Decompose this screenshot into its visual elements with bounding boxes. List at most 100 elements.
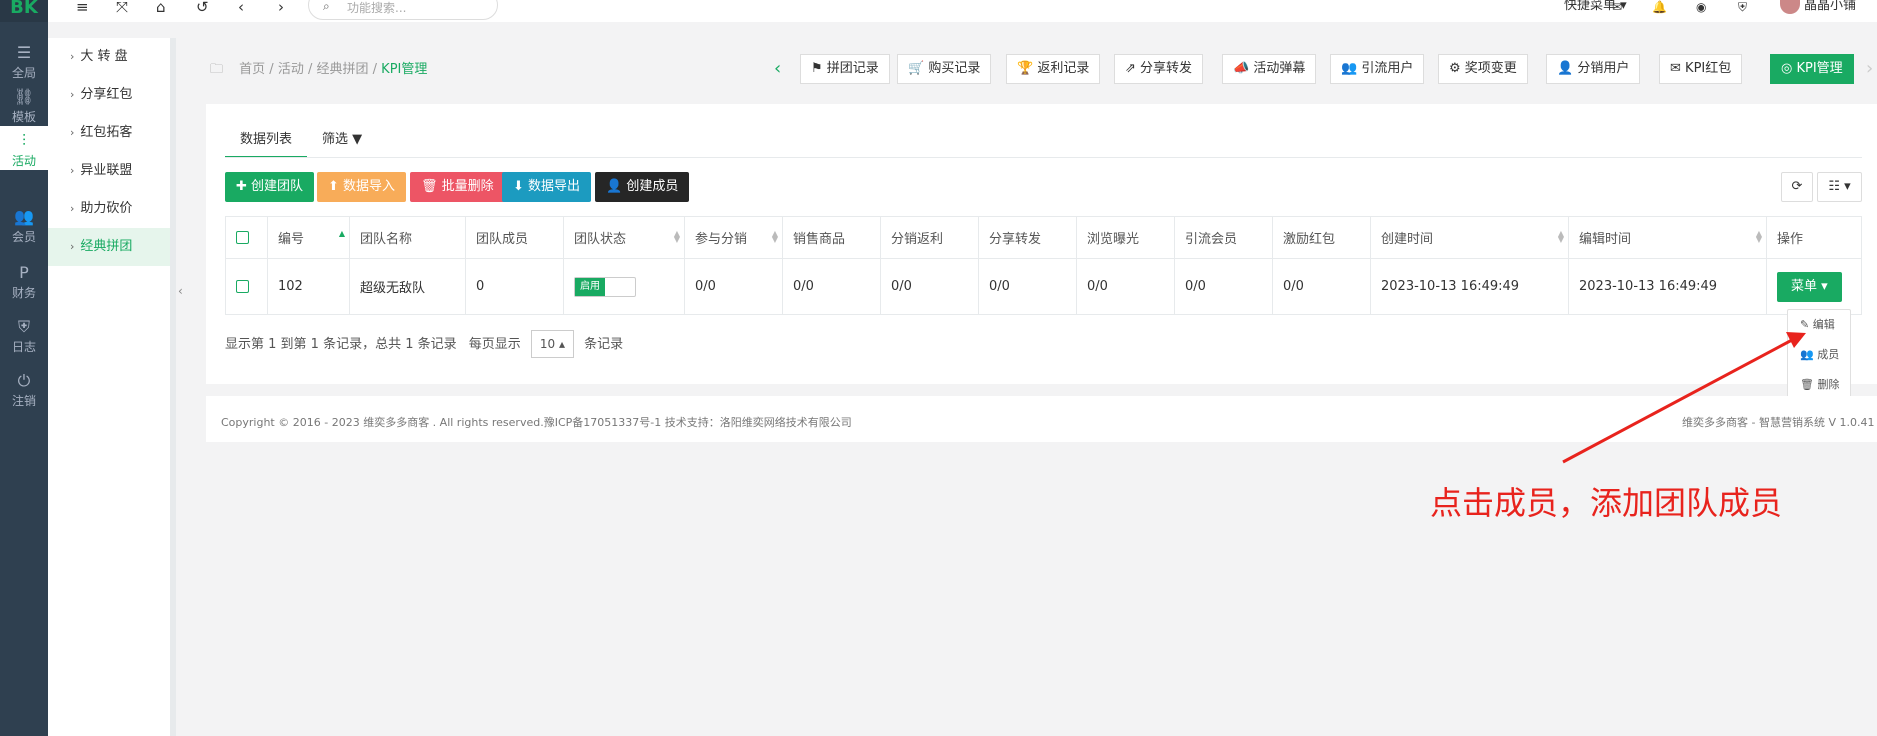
flag-icon: ⚑ [811,61,823,76]
nav-global[interactable]: ☰ 全局 [0,44,48,81]
tab-purchase-records[interactable]: 🛒 购买记录 [897,54,992,84]
nav-label: 模板 [11,110,36,124]
sub-item-share-redpack[interactable]: › 分享红包 [48,76,170,114]
nav-finance[interactable]: P 财务 [0,264,48,301]
col-label: 编辑时间 [1579,232,1632,247]
nav-member[interactable]: 👥 会员 [0,208,48,245]
col-name[interactable]: 团队名称 [349,216,466,259]
tab-label: 购买记录 [928,61,981,76]
pagination: 显示第 1 到第 1 条记录，总共 1 条记录 每页显示 10 ▴ 条记录 [225,330,623,358]
tab-dist-users[interactable]: 👤 分销用户 [1546,54,1641,84]
trash-icon: 🗑 [1800,378,1814,391]
tab-lead-users[interactable]: 👥 引流用户 [1330,54,1425,84]
col-status[interactable]: 团队状态 ▲ ▼ [563,216,685,259]
table-header-row: 编号 ▲ 团队名称 团队成员 团队状态 ▲ ▼ 参与分销 ▲ ▼ 销售商品 分销返利 分享… [225,216,1862,259]
bug-icon: ⚙ [1449,61,1461,76]
user-circle-icon[interactable]: ◉ [1696,0,1706,14]
row-menu-button[interactable]: 菜单 ▾ [1777,271,1842,302]
col-actions: 操作 [1766,216,1862,259]
select-all-checkbox[interactable] [236,231,249,244]
refresh-table-button[interactable]: ⟳ [1781,172,1813,202]
nav-label: 日志 [11,340,36,354]
nav-label: 会员 [11,230,36,244]
mail-icon[interactable]: ✉ [1612,0,1622,14]
batch-delete-button[interactable]: 🗑 批量删除 [410,172,505,202]
col-redpack[interactable]: 激励红包 [1272,216,1371,259]
tab-prize-change[interactable]: ⚙ 奖项变更 [1438,54,1528,84]
power-icon: ⏻ [17,371,31,390]
col-created[interactable]: 创建时间 ▲ ▼ [1370,216,1569,259]
cell-redpack: 0/0 [1272,258,1371,315]
tabs-scroll-left-icon[interactable]: ‹ [774,58,781,79]
nav-logout[interactable]: ⏻ 注销 [0,372,48,409]
row-checkbox[interactable] [236,280,249,293]
forward-icon[interactable]: › [278,0,284,15]
nav-template[interactable]: ⛓ 模板 [0,88,48,125]
fullscreen-icon[interactable]: ⤧ [116,0,128,15]
tab-barrage[interactable]: 📣 活动弹幕 [1222,54,1317,84]
breadcrumb-group[interactable]: 经典拼团 [317,62,369,77]
shield-check-icon[interactable]: ⛨ [1738,0,1747,14]
col-label: 参与分销 [695,232,748,247]
tab-kpi-manage[interactable]: ◎ KPI管理 [1770,54,1854,84]
collapse-sidebar-icon[interactable]: ‹ [178,284,190,308]
import-button[interactable]: ⬆ 数据导入 [317,172,407,202]
col-views[interactable]: 浏览曝光 [1076,216,1175,259]
tab-label: 拼团记录 [826,61,879,76]
menu-toggle-icon[interactable]: ≡ [76,0,89,15]
sub-item-redpack-expand[interactable]: › 红包拓客 [48,114,170,152]
menu-item-edit[interactable]: ✎ 编辑 [1788,310,1850,340]
row-checkbox-cell[interactable] [225,258,268,315]
create-team-button[interactable]: ✚ 创建团队 [225,172,315,202]
back-icon[interactable]: ‹ [238,0,244,15]
col-label: 团队状态 [574,232,627,247]
create-member-button[interactable]: 👤 创建成员 [595,172,690,202]
menu-item-members[interactable]: 👥 成员 [1788,340,1850,370]
search-input[interactable]: ⌕ 功能搜索... [308,0,498,20]
col-dist[interactable]: 参与分销 ▲ ▼ [684,216,783,259]
columns-toggle-button[interactable]: ☷ ▾ [1817,172,1862,202]
username[interactable]: 晶晶小铺 [1804,0,1856,12]
refresh-icon[interactable]: ↺ [196,0,209,15]
bullhorn-icon: 📣 [1233,61,1250,76]
col-id[interactable]: 编号 ▲ [267,216,350,259]
nav-log[interactable]: ⛨ 日志 [0,318,48,355]
col-label: 编号 [278,232,305,247]
tab-share[interactable]: ⇗ 分享转发 [1114,54,1204,84]
tab-label: 返利记录 [1037,61,1090,76]
sub-item-bargain[interactable]: › 助力砍价 [48,190,170,228]
col-label: 激励红包 [1283,232,1336,247]
tab-rebate-records[interactable]: 🏆 返利记录 [1006,54,1101,84]
breadcrumb-home[interactable]: 首页 [239,62,265,77]
export-button[interactable]: ⬇ 数据导出 [502,172,592,202]
cell-lead: 0/0 [1174,258,1273,315]
tab-label: KPI管理 [1796,61,1843,76]
col-edited[interactable]: 编辑时间 ▲ ▼ [1568,216,1767,259]
home-icon[interactable]: ⌂ [156,0,166,15]
sub-item-group-buy[interactable]: › 经典拼团 [48,228,170,266]
avatar[interactable] [1780,0,1800,14]
breadcrumb: 🗀 首页 / 活动 / 经典拼团 / KPI管理 [210,58,427,82]
select-all-checkbox-cell[interactable] [225,216,268,259]
tab-group-records[interactable]: ⚑ 拼团记录 [800,54,890,84]
col-lead[interactable]: 引流会员 [1174,216,1273,259]
tab-divider [225,157,1862,158]
col-rebate[interactable]: 分销返利 [880,216,979,259]
col-share[interactable]: 分享转发 [978,216,1077,259]
sort-asc-icon: ▲ [338,229,345,238]
sub-item-label: 异业联盟 [80,163,133,178]
breadcrumb-activity[interactable]: 活动 [278,62,304,77]
bell-icon[interactable]: 🔔 [1652,0,1667,14]
page-size-select[interactable]: 10 ▴ [530,330,575,358]
tabs-scroll-right-icon[interactable]: › [1866,58,1873,79]
sub-item-alliance[interactable]: › 异业联盟 [48,152,170,190]
col-sales[interactable]: 销售商品 [782,216,881,259]
sub-item-wheel[interactable]: › 大 转 盘 [48,38,170,76]
col-members[interactable]: 团队成员 [465,216,564,259]
tab-label: 奖项变更 [1464,61,1517,76]
tab-kpi-redpack[interactable]: ✉ KPI红包 [1659,54,1743,84]
nav-activity[interactable]: ⫶ 活动 [0,126,48,170]
status-toggle[interactable]: 启用 [574,276,636,297]
tab-data-list[interactable]: 数据列表 [225,126,307,158]
tab-filter[interactable]: 筛选 ▼ [322,126,362,154]
